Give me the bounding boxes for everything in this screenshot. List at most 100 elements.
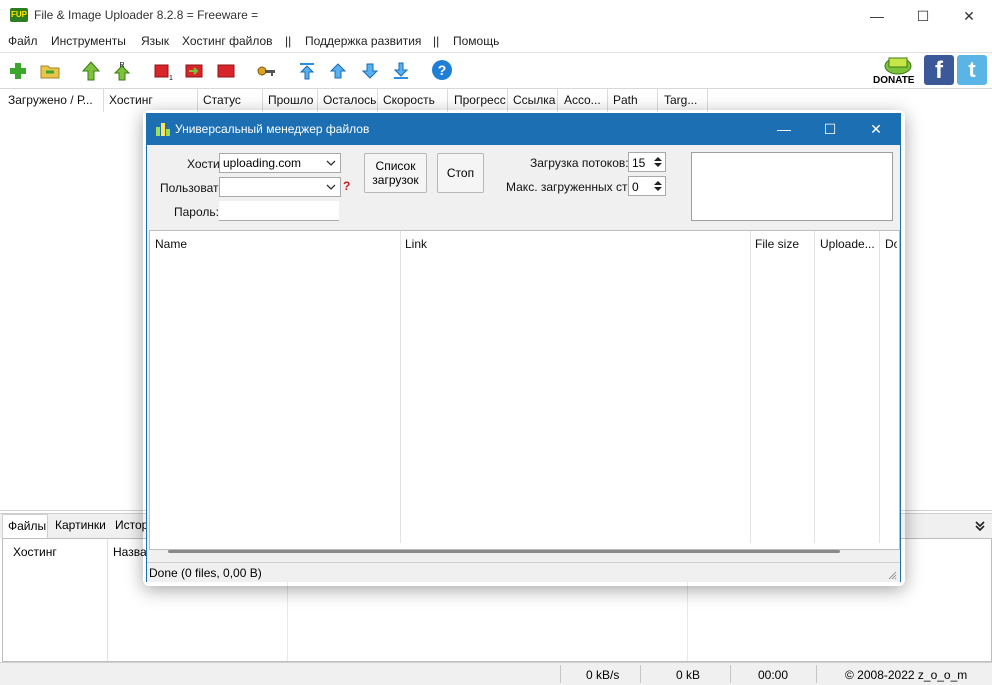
move-down-icon[interactable] — [360, 61, 380, 81]
dialog-title-bar[interactable]: Универсальный менеджер файлов — ☐ ✕ — [147, 114, 900, 145]
upload-list-button[interactable]: Список загрузок — [364, 153, 427, 193]
window-title: File & Image Uploader 8.2.8 = Freeware = — [34, 8, 259, 22]
stop-small-icon[interactable]: 1 — [153, 61, 173, 81]
stop-button[interactable]: Стоп — [437, 153, 484, 193]
elapsed-time: 00:00 — [758, 668, 789, 682]
menu-separator: || — [285, 34, 292, 48]
maximize-icon[interactable]: ☐ — [900, 0, 946, 32]
threads-spinner[interactable]: 15 — [628, 152, 666, 172]
svg-text:1: 1 — [169, 75, 173, 81]
toolbar: R 1 ? DONATE f t — [0, 52, 992, 89]
uploaded-size: 0 kB — [676, 668, 701, 682]
max-pages-value: 0 — [632, 180, 639, 194]
column-header[interactable]: Осталось — [323, 93, 377, 107]
column-header[interactable]: Name — [155, 237, 187, 251]
column-header[interactable]: Загружено / Р... — [8, 93, 102, 107]
horizontal-scrollbar[interactable] — [168, 550, 840, 553]
status-divider — [560, 665, 561, 683]
move-up-icon[interactable] — [328, 61, 348, 81]
tab-pictures[interactable]: Картинки — [55, 518, 106, 532]
hosting-select[interactable]: uploading.com — [219, 153, 341, 173]
column-divider — [400, 231, 401, 543]
max-pages-label: Макс. загруженных стр — [506, 180, 635, 194]
upload-speed: 0 kB/s — [586, 668, 620, 682]
file-list[interactable]: Name Link File size Uploade... Do — [149, 230, 900, 553]
column-header[interactable]: Статус — [203, 93, 261, 107]
resize-grip-icon[interactable] — [887, 570, 897, 580]
column-divider — [507, 89, 508, 112]
column-header[interactable]: Прогресс — [454, 93, 508, 107]
preview-box — [691, 152, 893, 221]
menu-file-hosting[interactable]: Хостинг файлов — [182, 34, 273, 48]
menu-help[interactable]: Помощь — [453, 34, 499, 48]
restart-icon[interactable]: R — [112, 61, 132, 81]
facebook-icon[interactable]: f — [924, 55, 954, 85]
chevron-down-icon — [326, 160, 336, 166]
forward-icon[interactable] — [184, 61, 204, 81]
chevron-double-down-icon[interactable] — [974, 520, 986, 532]
column-divider — [557, 89, 558, 112]
column-header[interactable]: Прошло — [268, 93, 316, 107]
minimize-icon[interactable]: — — [854, 0, 900, 32]
dialog-status-bar: Done (0 files, 0,00 B) — [147, 562, 900, 582]
stop-icon[interactable] — [216, 61, 236, 81]
svg-text:?: ? — [438, 62, 447, 78]
column-divider — [317, 89, 318, 112]
column-header[interactable]: Ссылка — [513, 93, 559, 107]
key-icon[interactable] — [256, 61, 276, 81]
status-divider — [816, 665, 817, 683]
tab-files[interactable]: Файлы — [2, 514, 48, 539]
menu-support[interactable]: Поддержка развития — [305, 34, 421, 48]
menu-language[interactable]: Язык — [141, 34, 169, 48]
close-icon[interactable]: ✕ — [853, 114, 899, 145]
title-bar: FUP File & Image Uploader 8.2.8 = Freewa… — [0, 0, 992, 32]
user-label: Пользовате — [160, 181, 226, 195]
column-header[interactable]: Targ... — [664, 93, 708, 107]
status-bar: 0 kB/s 0 kB 00:00 © 2008-2022 z_o_o_m — [0, 662, 992, 685]
column-divider — [107, 539, 108, 661]
threads-label: Загрузка потоков: — [530, 156, 629, 170]
column-header[interactable]: File size — [755, 237, 799, 251]
minimize-icon[interactable]: — — [761, 114, 807, 145]
column-header[interactable]: Path — [613, 93, 657, 107]
column-divider — [103, 89, 104, 112]
move-bottom-icon[interactable] — [391, 61, 411, 81]
move-top-icon[interactable] — [297, 61, 317, 81]
max-pages-spinner[interactable]: 0 — [628, 176, 666, 196]
user-select[interactable] — [219, 177, 341, 197]
donate-button[interactable]: DONATE — [873, 55, 921, 87]
spin-arrows-icon[interactable] — [652, 154, 664, 170]
column-divider — [262, 89, 263, 112]
column-divider — [879, 231, 880, 543]
money-icon — [884, 57, 912, 75]
twitter-icon[interactable]: t — [957, 55, 987, 85]
maximize-icon[interactable]: ☐ — [807, 114, 853, 145]
svg-text:R: R — [119, 62, 124, 69]
column-header[interactable]: Do — [885, 237, 897, 251]
chevron-down-icon — [326, 184, 336, 190]
menu-file[interactable]: Файл — [8, 34, 38, 48]
column-divider — [750, 231, 751, 543]
folder-icon[interactable] — [40, 61, 60, 81]
dialog-title: Универсальный менеджер файлов — [175, 122, 370, 136]
add-icon[interactable] — [8, 61, 28, 81]
column-header[interactable]: Хостинг — [109, 93, 195, 107]
column-divider — [707, 89, 708, 112]
close-icon[interactable]: ✕ — [946, 0, 992, 32]
column-header[interactable]: Хостинг — [13, 545, 57, 559]
help-icon[interactable]: ? — [431, 59, 453, 81]
status-divider — [730, 665, 731, 683]
spin-arrows-icon[interactable] — [652, 178, 664, 194]
question-mark-icon[interactable]: ? — [343, 179, 350, 193]
up-arrow-icon[interactable] — [81, 61, 101, 81]
file-manager-dialog: Универсальный менеджер файлов — ☐ ✕ Хост… — [146, 113, 901, 582]
column-header[interactable]: Acco... — [564, 93, 606, 107]
column-header[interactable]: Link — [405, 237, 427, 251]
password-label: Пароль: — [174, 205, 219, 219]
column-header[interactable]: Скорость — [383, 93, 445, 107]
column-header[interactable]: Uploade... — [820, 237, 875, 251]
column-divider — [657, 89, 658, 112]
dialog-status-text: Done (0 files, 0,00 B) — [149, 566, 262, 580]
menu-tools[interactable]: Инструменты — [51, 34, 126, 48]
password-field[interactable] — [219, 201, 339, 221]
